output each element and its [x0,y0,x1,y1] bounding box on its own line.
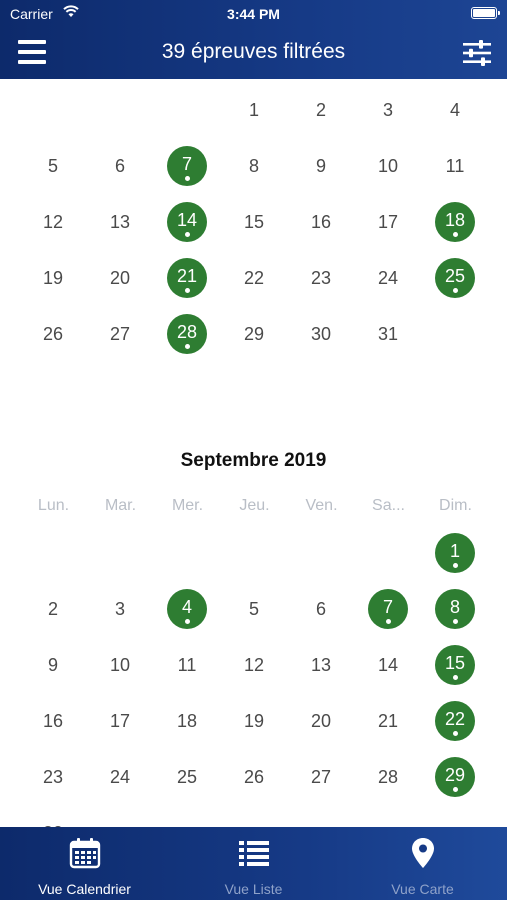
filter-sliders-icon[interactable] [463,40,491,66]
weekday-label: Mer. [171,497,204,514]
page-title: 39 épreuves filtrées [161,40,346,63]
day-cell[interactable]: 27 [100,314,140,354]
day-cell[interactable]: 5 [33,146,73,186]
day-cell[interactable]: 28 [368,757,408,797]
day-cell-with-event[interactable]: 14 [167,202,207,242]
day-cell[interactable]: 5 [234,589,274,629]
day-cell[interactable]: 24 [368,258,408,298]
day-cell[interactable]: 23 [33,757,73,797]
day-cell-with-event[interactable]: 28 [167,314,207,354]
day-cell[interactable]: 25 [167,757,207,797]
day-cell[interactable]: 8 [234,146,274,186]
day-cell[interactable]: 17 [100,701,140,741]
day-cell[interactable]: 30 [301,314,341,354]
day-cell-with-event[interactable]: 22 [435,701,475,741]
day-cell[interactable]: 22 [234,258,274,298]
tab-map[interactable]: Vue Carte [338,827,507,900]
top-bar: Carrier 3:44 PM 39 épreuves filtrées [0,0,507,79]
tab-map-label: Vue Carte [391,881,454,897]
day-cell[interactable]: 24 [100,757,140,797]
day-cell[interactable]: 11 [435,146,475,186]
day-cell[interactable]: 31 [368,314,408,354]
day-cell-with-event[interactable]: 18 [435,202,475,242]
day-cell[interactable]: 15 [234,202,274,242]
day-cell[interactable]: 10 [368,146,408,186]
day-cell[interactable]: 26 [234,757,274,797]
day-cell[interactable]: 14 [368,645,408,685]
weekday-label: Lun. [37,497,70,514]
day-cell[interactable]: 13 [301,645,341,685]
day-cell[interactable]: 19 [234,701,274,741]
weekday-label: Sa... [372,497,405,514]
day-cell[interactable]: 20 [301,701,341,741]
day-cell[interactable]: 2 [33,589,73,629]
day-cell-with-event[interactable]: 1 [435,533,475,573]
day-cell-with-event[interactable]: 25 [435,258,475,298]
day-cell[interactable]: 16 [33,701,73,741]
day-cell[interactable]: 12 [234,645,274,685]
tab-list[interactable]: Vue Liste [169,827,338,900]
day-cell[interactable]: 4 [435,90,475,130]
day-cell[interactable]: 29 [234,314,274,354]
day-cell-with-event[interactable]: 8 [435,589,475,629]
nav-bar: 39 épreuves filtrées [0,28,507,79]
day-cell[interactable]: 27 [301,757,341,797]
day-cell[interactable]: 9 [33,645,73,685]
weekday-label: Ven. [305,497,338,514]
day-cell[interactable]: 18 [167,701,207,741]
day-cell-with-event[interactable]: 7 [368,589,408,629]
day-cell[interactable]: 3 [100,589,140,629]
status-bar: Carrier 3:44 PM [0,0,507,28]
list-icon [238,841,269,866]
calendar-icon [69,838,100,869]
weekday-label: Jeu. [239,497,270,514]
day-cell[interactable]: 16 [301,202,341,242]
day-cell[interactable]: 26 [33,314,73,354]
month-title: Septembre 2019 [180,450,327,471]
weekday-label: Dim. [439,497,472,514]
day-cell[interactable]: 11 [167,645,207,685]
day-cell[interactable]: 6 [100,146,140,186]
day-cell[interactable]: 21 [368,701,408,741]
day-cell[interactable]: 2 [301,90,341,130]
day-cell[interactable]: 6 [301,589,341,629]
day-cell-with-event[interactable]: 4 [167,589,207,629]
tab-list-label: Vue Liste [224,881,283,897]
tab-calendar[interactable]: Vue Calendrier [0,827,169,900]
day-cell[interactable]: 30 [33,813,73,827]
battery-icon [471,7,500,19]
day-cell[interactable]: 20 [100,258,140,298]
day-cell-with-event[interactable]: 21 [167,258,207,298]
tab-calendar-label: Vue Calendrier [38,881,131,897]
day-cell[interactable]: 3 [368,90,408,130]
day-cell-with-event[interactable]: 15 [435,645,475,685]
weekday-label: Mar. [104,497,137,514]
day-cell[interactable]: 19 [33,258,73,298]
day-cell[interactable]: 9 [301,146,341,186]
day-cell-with-event[interactable]: 7 [167,146,207,186]
map-pin-icon [411,838,434,868]
day-cell[interactable]: 13 [100,202,140,242]
day-cell[interactable]: 1 [234,90,274,130]
tab-bar: Vue Calendrier Vue Liste Vue Carte [0,827,507,900]
day-cell[interactable]: 23 [301,258,341,298]
status-time: 3:44 PM [227,6,280,22]
day-cell-with-event[interactable]: 29 [435,757,475,797]
calendar-scroll[interactable]: 1 2 3 4 5 6 7 8 9 10 11 12 13 14 15 16 17 18 19 20 21 22 23 24 2… [0,79,507,827]
day-cell[interactable]: 17 [368,202,408,242]
day-cell[interactable]: 10 [100,645,140,685]
day-cell[interactable]: 12 [33,202,73,242]
